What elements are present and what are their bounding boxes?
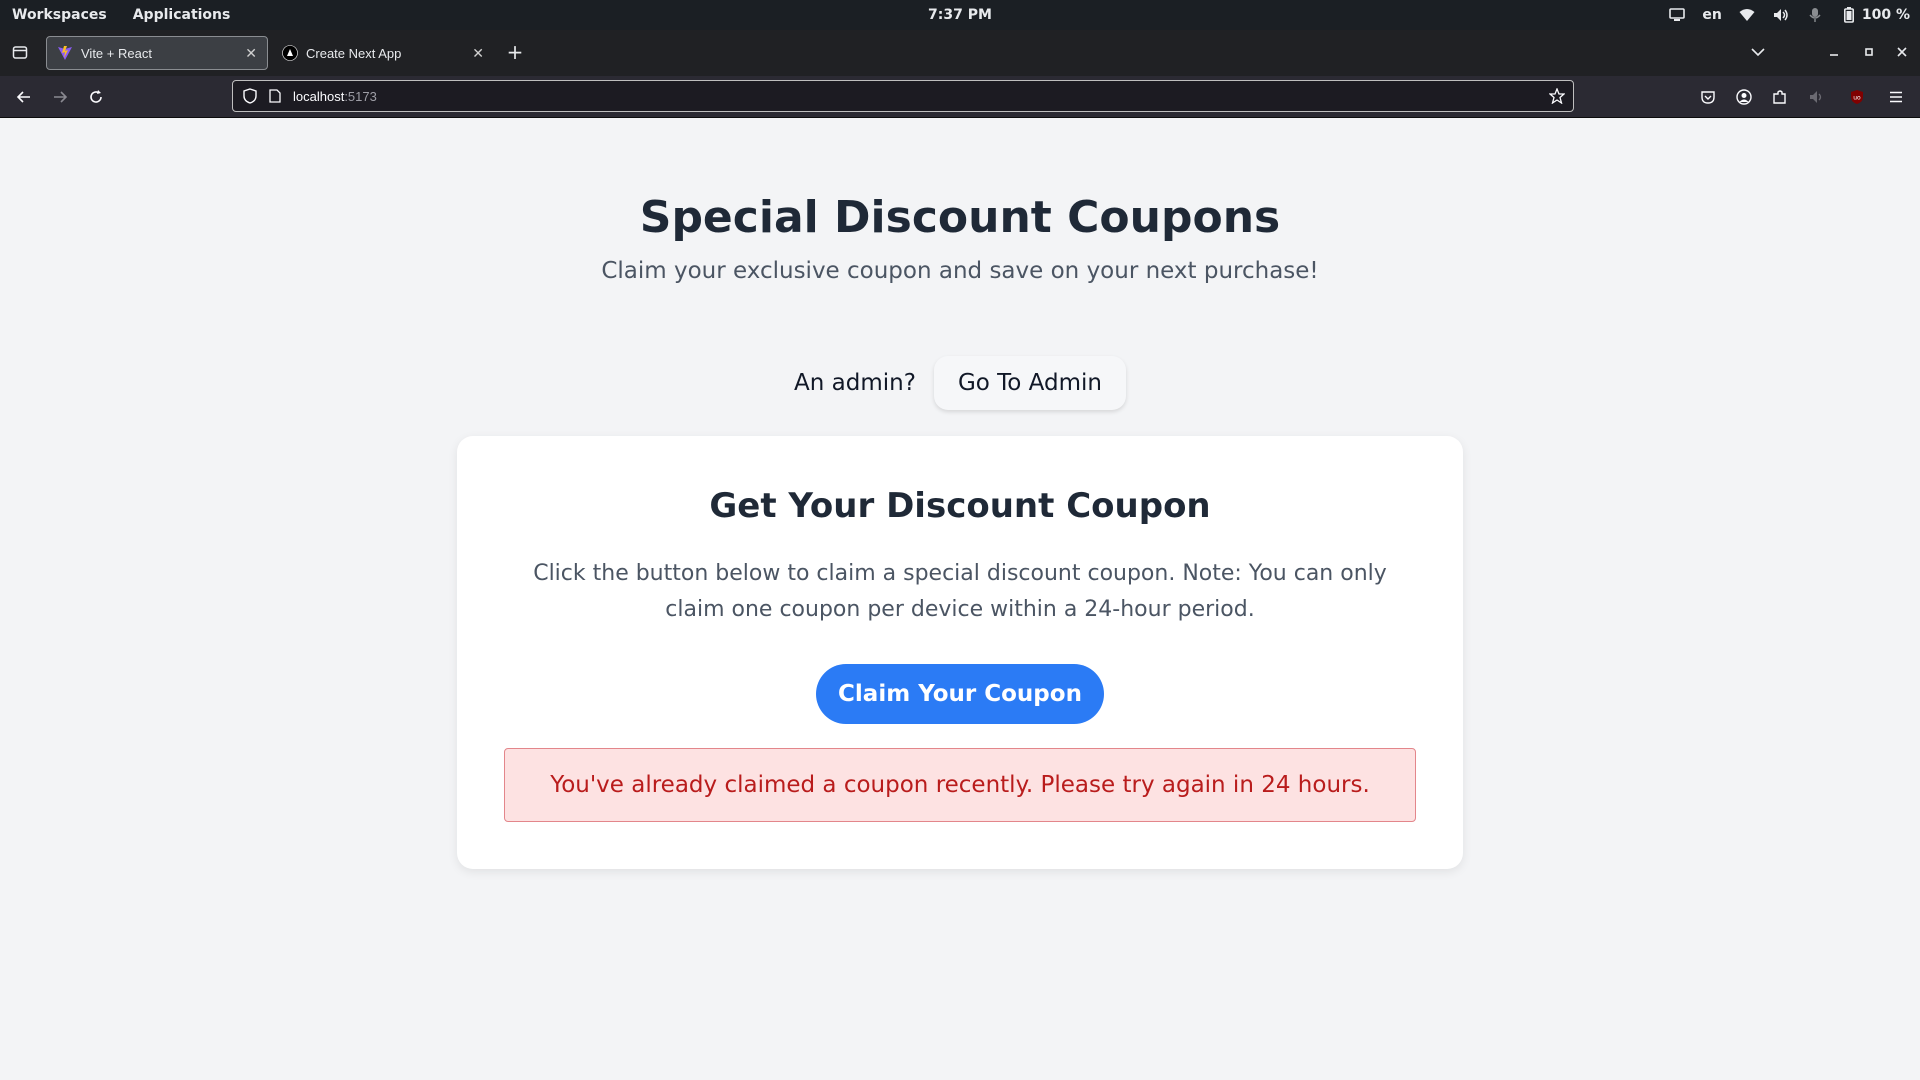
nextjs-logo-icon <box>282 45 298 61</box>
battery-status[interactable]: 100 % <box>1840 6 1910 24</box>
back-icon[interactable] <box>10 83 38 111</box>
page-content: Special Discount Coupons Claim your excl… <box>0 118 1920 1080</box>
wifi-icon[interactable] <box>1738 6 1756 24</box>
claim-coupon-button[interactable]: Claim Your Coupon <box>816 664 1104 724</box>
audio-muted-icon[interactable] <box>1803 83 1831 111</box>
workspaces-menu[interactable]: Workspaces <box>12 7 107 23</box>
page-title: Special Discount Coupons <box>639 192 1281 243</box>
card-description: Click the button below to claim a specia… <box>533 561 1387 622</box>
minimize-icon[interactable] <box>1820 38 1848 66</box>
chevron-down-icon[interactable] <box>1744 38 1772 66</box>
os-top-bar: Workspaces Applications 7:37 PM en 100 % <box>0 0 1920 30</box>
tab-strip: Vite + React ✕ Create Next App ✕ + <box>0 30 1920 76</box>
applications-menu[interactable]: Applications <box>133 7 231 23</box>
forward-icon[interactable] <box>46 83 74 111</box>
coupon-card: Get Your Discount Coupon Click the butto… <box>457 436 1463 869</box>
account-icon[interactable] <box>1730 83 1758 111</box>
reload-icon[interactable] <box>82 83 110 111</box>
menu-icon[interactable] <box>1882 83 1910 111</box>
tab-vite-react[interactable]: Vite + React ✕ <box>46 36 268 70</box>
go-to-admin-button[interactable]: Go To Admin <box>933 356 1126 410</box>
page-subtitle: Claim your exclusive coupon and save on … <box>601 258 1319 284</box>
battery-level: 100 % <box>1861 7 1910 23</box>
admin-prompt-text: An admin? <box>794 370 916 396</box>
error-message: You've already claimed a coupon recently… <box>550 772 1370 798</box>
tab-create-next-app[interactable]: Create Next App ✕ <box>272 36 494 70</box>
screen-share-icon[interactable] <box>1668 6 1686 24</box>
extensions-icon[interactable] <box>1766 83 1794 111</box>
url-bar[interactable]: localhost:5173 <box>232 80 1574 112</box>
language-indicator[interactable]: en <box>1702 7 1721 23</box>
clock[interactable]: 7:37 PM <box>0 0 1920 30</box>
card-title: Get Your Discount Coupon <box>709 486 1211 526</box>
pocket-icon[interactable] <box>1694 83 1722 111</box>
ublock-origin-icon[interactable]: uo <box>1843 83 1871 111</box>
close-tab-icon[interactable]: ✕ <box>245 45 257 62</box>
admin-prompt-row: An admin? Go To Admin <box>0 356 1920 410</box>
url-host: localhost <box>293 88 345 104</box>
tab-overview-icon[interactable] <box>6 38 34 66</box>
tab-title: Create Next App <box>306 45 402 61</box>
maximize-icon[interactable] <box>1855 38 1883 66</box>
bookmark-star-icon[interactable] <box>1549 88 1565 104</box>
navigation-toolbar: localhost:5173 uo <box>0 76 1920 118</box>
close-window-icon[interactable] <box>1888 38 1916 66</box>
url-port: :5173 <box>344 88 377 104</box>
new-tab-icon[interactable]: + <box>501 38 529 66</box>
close-tab-icon[interactable]: ✕ <box>472 45 484 62</box>
svg-text:uo: uo <box>1853 95 1861 102</box>
battery-icon <box>1840 6 1858 24</box>
vite-logo-icon <box>57 45 73 61</box>
page-info-icon[interactable] <box>269 89 281 103</box>
error-alert: You've already claimed a coupon recently… <box>504 748 1416 822</box>
shield-icon[interactable] <box>243 88 257 104</box>
tab-title: Vite + React <box>81 45 152 61</box>
volume-icon[interactable] <box>1772 6 1790 24</box>
microphone-icon[interactable] <box>1806 6 1824 24</box>
